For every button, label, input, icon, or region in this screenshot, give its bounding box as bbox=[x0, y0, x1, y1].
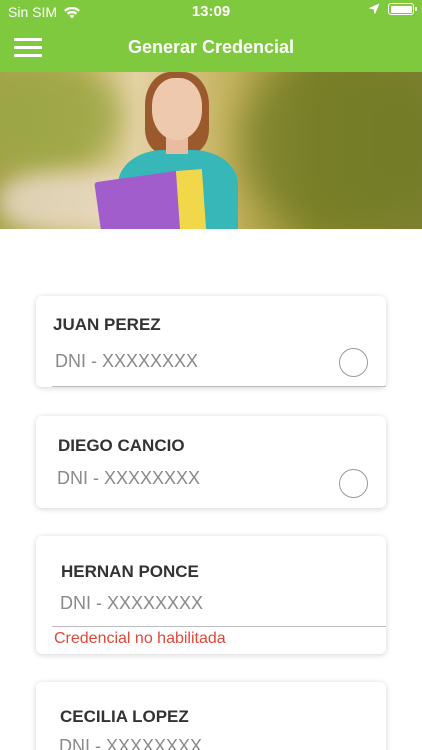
status-icons bbox=[368, 3, 417, 15]
credential-dni: DNI - XXXXXXXX bbox=[60, 593, 204, 613]
status-time: 13:09 bbox=[191, 3, 231, 20]
battery-icon bbox=[388, 3, 417, 15]
select-radio[interactable] bbox=[339, 348, 368, 377]
page-title: Generar Credencial bbox=[127, 37, 295, 57]
credential-name: DIEGO CANCIO bbox=[58, 436, 185, 455]
divider bbox=[52, 626, 386, 627]
credential-dni: DNI - XXXXXXXX bbox=[59, 736, 203, 750]
hero-image bbox=[0, 72, 422, 229]
credential-name: CECILIA LOPEZ bbox=[60, 707, 189, 726]
credential-card[interactable]: HERNAN PONCE DNI - XXXXXXXX Credencial n… bbox=[36, 536, 386, 654]
credential-card[interactable]: JUAN PEREZ DNI - XXXXXXXX bbox=[36, 296, 386, 387]
location-arrow-icon bbox=[368, 3, 380, 15]
credential-dni: DNI - XXXXXXXX bbox=[55, 351, 199, 371]
credential-name: HERNAN PONCE bbox=[61, 562, 199, 581]
divider bbox=[52, 386, 386, 387]
nav-bar: Generar Credencial bbox=[0, 24, 422, 72]
credential-card[interactable]: DIEGO CANCIO DNI - XXXXXXXX bbox=[36, 416, 386, 508]
credential-card[interactable]: CECILIA LOPEZ DNI - XXXXXXXX bbox=[36, 682, 386, 750]
app-header: Sin SIM 13:09 Generar Credencial bbox=[0, 0, 422, 72]
credential-status: Credencial no habilitada bbox=[54, 630, 226, 647]
credential-name: JUAN PEREZ bbox=[53, 315, 161, 334]
select-radio[interactable] bbox=[339, 469, 368, 498]
credential-dni: DNI - XXXXXXXX bbox=[57, 468, 201, 488]
status-bar: Sin SIM 13:09 bbox=[0, 0, 422, 24]
